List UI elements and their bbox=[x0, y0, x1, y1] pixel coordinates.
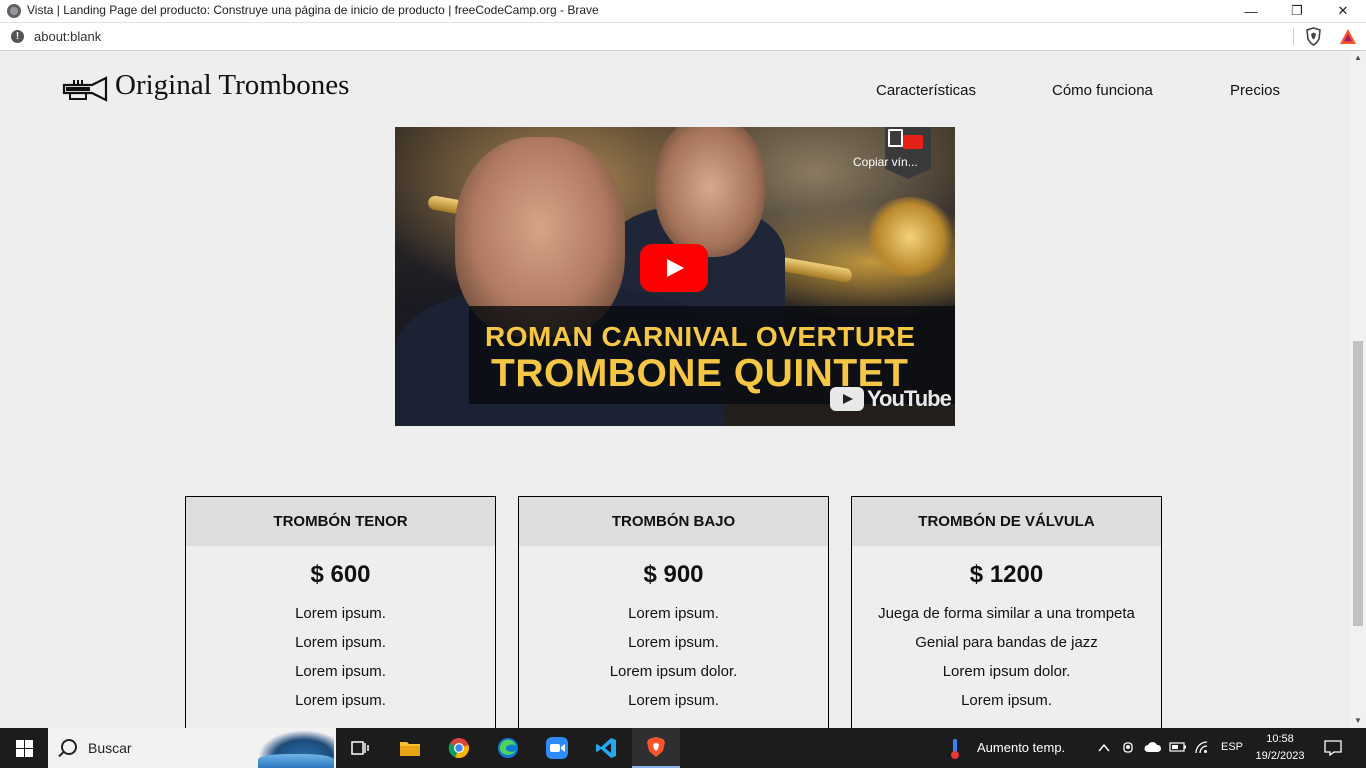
notification-icon[interactable] bbox=[1324, 740, 1342, 756]
meet-now-icon[interactable] bbox=[1122, 740, 1136, 756]
brand-name[interactable]: Original Trombones bbox=[115, 69, 349, 102]
feature-item: Lorem ipsum. bbox=[295, 692, 386, 709]
brave-icon bbox=[647, 737, 665, 757]
windows-logo-icon bbox=[15, 739, 33, 757]
pricing-card-price: $ 600 bbox=[310, 561, 371, 588]
feature-item: Juega de forma similar a una trompeta bbox=[878, 605, 1135, 622]
scroll-down-icon[interactable]: ▼ bbox=[1350, 714, 1366, 728]
close-button[interactable]: ✕ bbox=[1320, 0, 1366, 22]
weather-widget[interactable]: Aumento temp. bbox=[977, 740, 1065, 755]
youtube-play-icon bbox=[830, 387, 864, 411]
pricing-card-price: $ 1200 bbox=[969, 561, 1044, 588]
trombone-logo-icon[interactable] bbox=[62, 76, 108, 102]
feature-list: Lorem ipsum. Lorem ipsum. Lorem ipsum do… bbox=[519, 605, 828, 721]
brave-rewards-icon[interactable] bbox=[1339, 28, 1357, 45]
feature-list: Juega de forma similar a una trompeta Ge… bbox=[852, 605, 1161, 721]
task-view-button[interactable] bbox=[336, 728, 384, 768]
pricing-card-price: $ 900 bbox=[643, 561, 704, 588]
clock-time: 10:58 bbox=[1266, 733, 1294, 745]
feature-item: Lorem ipsum. bbox=[628, 634, 719, 651]
feature-item: Lorem ipsum. bbox=[295, 634, 386, 651]
onedrive-cloud-icon[interactable] bbox=[1144, 741, 1162, 753]
page-content: Original Trombones Características Cómo … bbox=[0, 51, 1350, 728]
thermometer-icon[interactable] bbox=[948, 738, 962, 760]
pricing-card-valve: TROMBÓN DE VÁLVULA $ 1200 Juega de forma… bbox=[851, 496, 1162, 728]
language-indicator[interactable]: ESP bbox=[1221, 741, 1243, 753]
system-clock[interactable]: 10:58 19/2/2023 bbox=[1248, 731, 1312, 765]
wave-graphic bbox=[258, 754, 334, 768]
page-scrollbar[interactable]: ▲ ▼ bbox=[1350, 51, 1366, 728]
scroll-up-icon[interactable]: ▲ bbox=[1350, 51, 1366, 65]
site-info-icon[interactable]: ! bbox=[11, 30, 24, 43]
start-button[interactable] bbox=[0, 728, 48, 768]
chrome-icon bbox=[448, 738, 469, 759]
copy-link-label[interactable]: Copiar vín... bbox=[853, 155, 918, 169]
play-button-icon[interactable] bbox=[640, 244, 708, 292]
feature-item: Lorem ipsum. bbox=[628, 605, 719, 622]
video-player[interactable]: ROMAN CARNIVAL OVERTURE TROMBONE QUINTET… bbox=[395, 127, 955, 426]
globe-icon bbox=[7, 4, 21, 18]
brave-shields-icon[interactable] bbox=[1305, 27, 1322, 46]
brave-button[interactable] bbox=[632, 728, 680, 768]
feature-item: Lorem ipsum dolor. bbox=[942, 663, 1071, 680]
url-field[interactable]: about:blank bbox=[34, 29, 101, 44]
window-title: Vista | Landing Page del producto: Const… bbox=[27, 3, 599, 17]
youtube-wordmark: YouTube bbox=[867, 386, 952, 411]
wifi-icon[interactable] bbox=[1194, 740, 1210, 754]
toolbar-divider bbox=[1293, 28, 1294, 45]
window-title-bar: Vista | Landing Page del producto: Const… bbox=[0, 0, 1366, 23]
vscode-button[interactable] bbox=[582, 728, 630, 768]
restore-button[interactable]: ❐ bbox=[1274, 0, 1320, 22]
nav-link-how-it-works[interactable]: Cómo funciona bbox=[1052, 82, 1153, 99]
edge-icon bbox=[498, 738, 518, 758]
feature-item: Lorem ipsum. bbox=[961, 692, 1052, 709]
feature-item: Lorem ipsum. bbox=[295, 605, 386, 622]
edge-button[interactable] bbox=[484, 728, 532, 768]
feature-item: Lorem ipsum dolor. bbox=[609, 663, 738, 680]
minimize-button[interactable]: — bbox=[1228, 0, 1274, 22]
file-explorer-button[interactable] bbox=[386, 728, 434, 768]
feature-item: Genial para bandas de jazz bbox=[915, 634, 1098, 651]
chrome-button[interactable] bbox=[435, 728, 483, 768]
video-title-line1: ROMAN CARNIVAL OVERTURE bbox=[485, 321, 916, 352]
pricing-card-bass: TROMBÓN BAJO $ 900 Lorem ipsum. Lorem ip… bbox=[518, 496, 829, 728]
task-view-icon bbox=[351, 741, 369, 755]
nav-link-features[interactable]: Características bbox=[876, 82, 976, 99]
pricing-card-title: TROMBÓN BAJO bbox=[519, 497, 828, 546]
vscode-icon bbox=[596, 738, 616, 758]
pricing-card-title: TROMBÓN DE VÁLVULA bbox=[852, 497, 1161, 546]
feature-list: Lorem ipsum. Lorem ipsum. Lorem ipsum. L… bbox=[186, 605, 495, 721]
scrollbar-thumb[interactable] bbox=[1353, 341, 1363, 626]
youtube-logo[interactable]: YouTube bbox=[830, 386, 952, 412]
trombone-bell-graphic bbox=[865, 197, 955, 277]
folder-icon bbox=[400, 742, 420, 756]
search-icon bbox=[61, 739, 77, 755]
taskbar-search-box[interactable]: Buscar bbox=[48, 728, 336, 768]
nav-link-pricing[interactable]: Precios bbox=[1230, 82, 1280, 99]
pricing-card-tenor: TROMBÓN TENOR $ 600 Lorem ipsum. Lorem i… bbox=[185, 496, 496, 728]
address-bar: ! about:blank bbox=[0, 23, 1366, 51]
chevron-up-icon[interactable] bbox=[1098, 742, 1110, 754]
search-placeholder: Buscar bbox=[88, 740, 132, 756]
feature-item: Lorem ipsum. bbox=[295, 663, 386, 680]
musician-head-graphic bbox=[655, 127, 765, 257]
windows-taskbar: Buscar Aumento temp. ESP 10:58 19/2/2023 bbox=[0, 728, 1366, 768]
zoom-button[interactable] bbox=[533, 728, 581, 768]
clock-date: 19/2/2023 bbox=[1255, 750, 1305, 762]
copy-link-icon[interactable] bbox=[885, 127, 931, 179]
battery-icon[interactable] bbox=[1169, 742, 1187, 752]
zoom-icon bbox=[546, 737, 568, 759]
pricing-card-title: TROMBÓN TENOR bbox=[186, 497, 495, 546]
feature-item: Lorem ipsum. bbox=[628, 692, 719, 709]
